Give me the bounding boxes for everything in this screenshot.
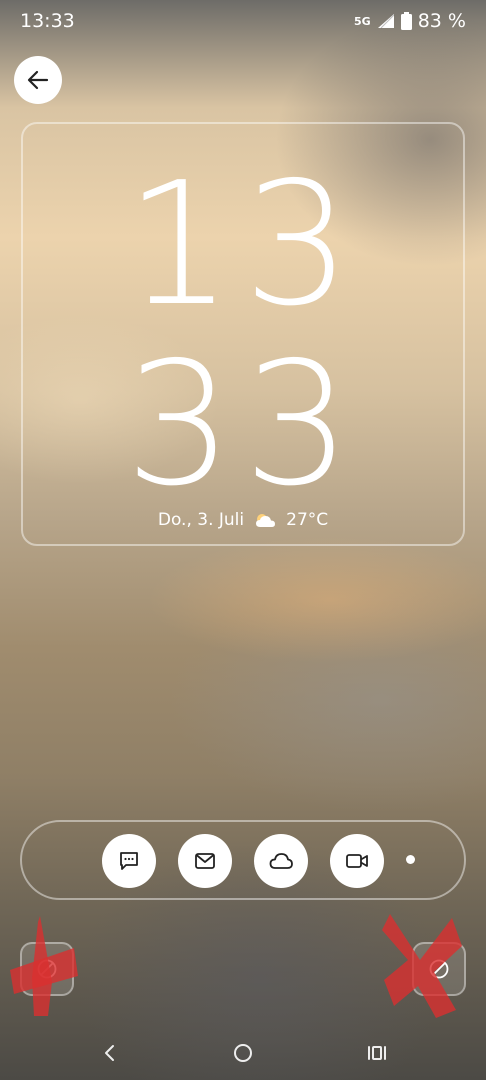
partly-cloudy-icon	[256, 514, 276, 527]
status-time: 13:33	[20, 10, 75, 32]
clock-minutes: 33	[124, 326, 362, 524]
nav-home-button[interactable]	[228, 1035, 258, 1071]
messages-shortcut-button[interactable]	[102, 834, 156, 888]
arrow-left-icon	[27, 70, 49, 90]
mail-icon	[195, 853, 215, 869]
cloud-icon	[269, 853, 293, 869]
recents-icon	[368, 1046, 386, 1060]
cloud-shortcut-button[interactable]	[254, 834, 308, 888]
email-shortcut-button[interactable]	[178, 834, 232, 888]
shortcut-bar	[20, 820, 466, 900]
video-camera-icon	[346, 854, 368, 868]
date-text: Do., 3. Juli	[157, 510, 245, 530]
disabled-icon	[37, 959, 57, 979]
battery-percent: 83 %	[417, 10, 466, 32]
right-corner-shortcut[interactable]	[412, 942, 466, 996]
signal-icon	[377, 14, 395, 29]
status-icons: 5G 83 %	[354, 10, 466, 32]
left-corner-shortcut[interactable]	[20, 942, 74, 996]
date-weather-line: Do., 3. Juli 27°C	[0, 510, 486, 530]
disabled-icon	[429, 959, 449, 979]
network-type: 5G	[354, 14, 371, 28]
clock-hours: 13	[124, 146, 362, 344]
video-shortcut-button[interactable]	[330, 834, 384, 888]
nav-recents-button[interactable]	[362, 1035, 392, 1071]
temperature-text: 27°C	[286, 510, 329, 530]
message-icon	[120, 852, 138, 870]
back-button[interactable]	[14, 56, 62, 104]
page-indicator-dot	[406, 855, 415, 864]
home-circle-icon	[234, 1044, 252, 1062]
battery-icon	[400, 12, 412, 30]
chevron-left-icon	[105, 1045, 114, 1061]
nav-back-button[interactable]	[96, 1035, 122, 1071]
